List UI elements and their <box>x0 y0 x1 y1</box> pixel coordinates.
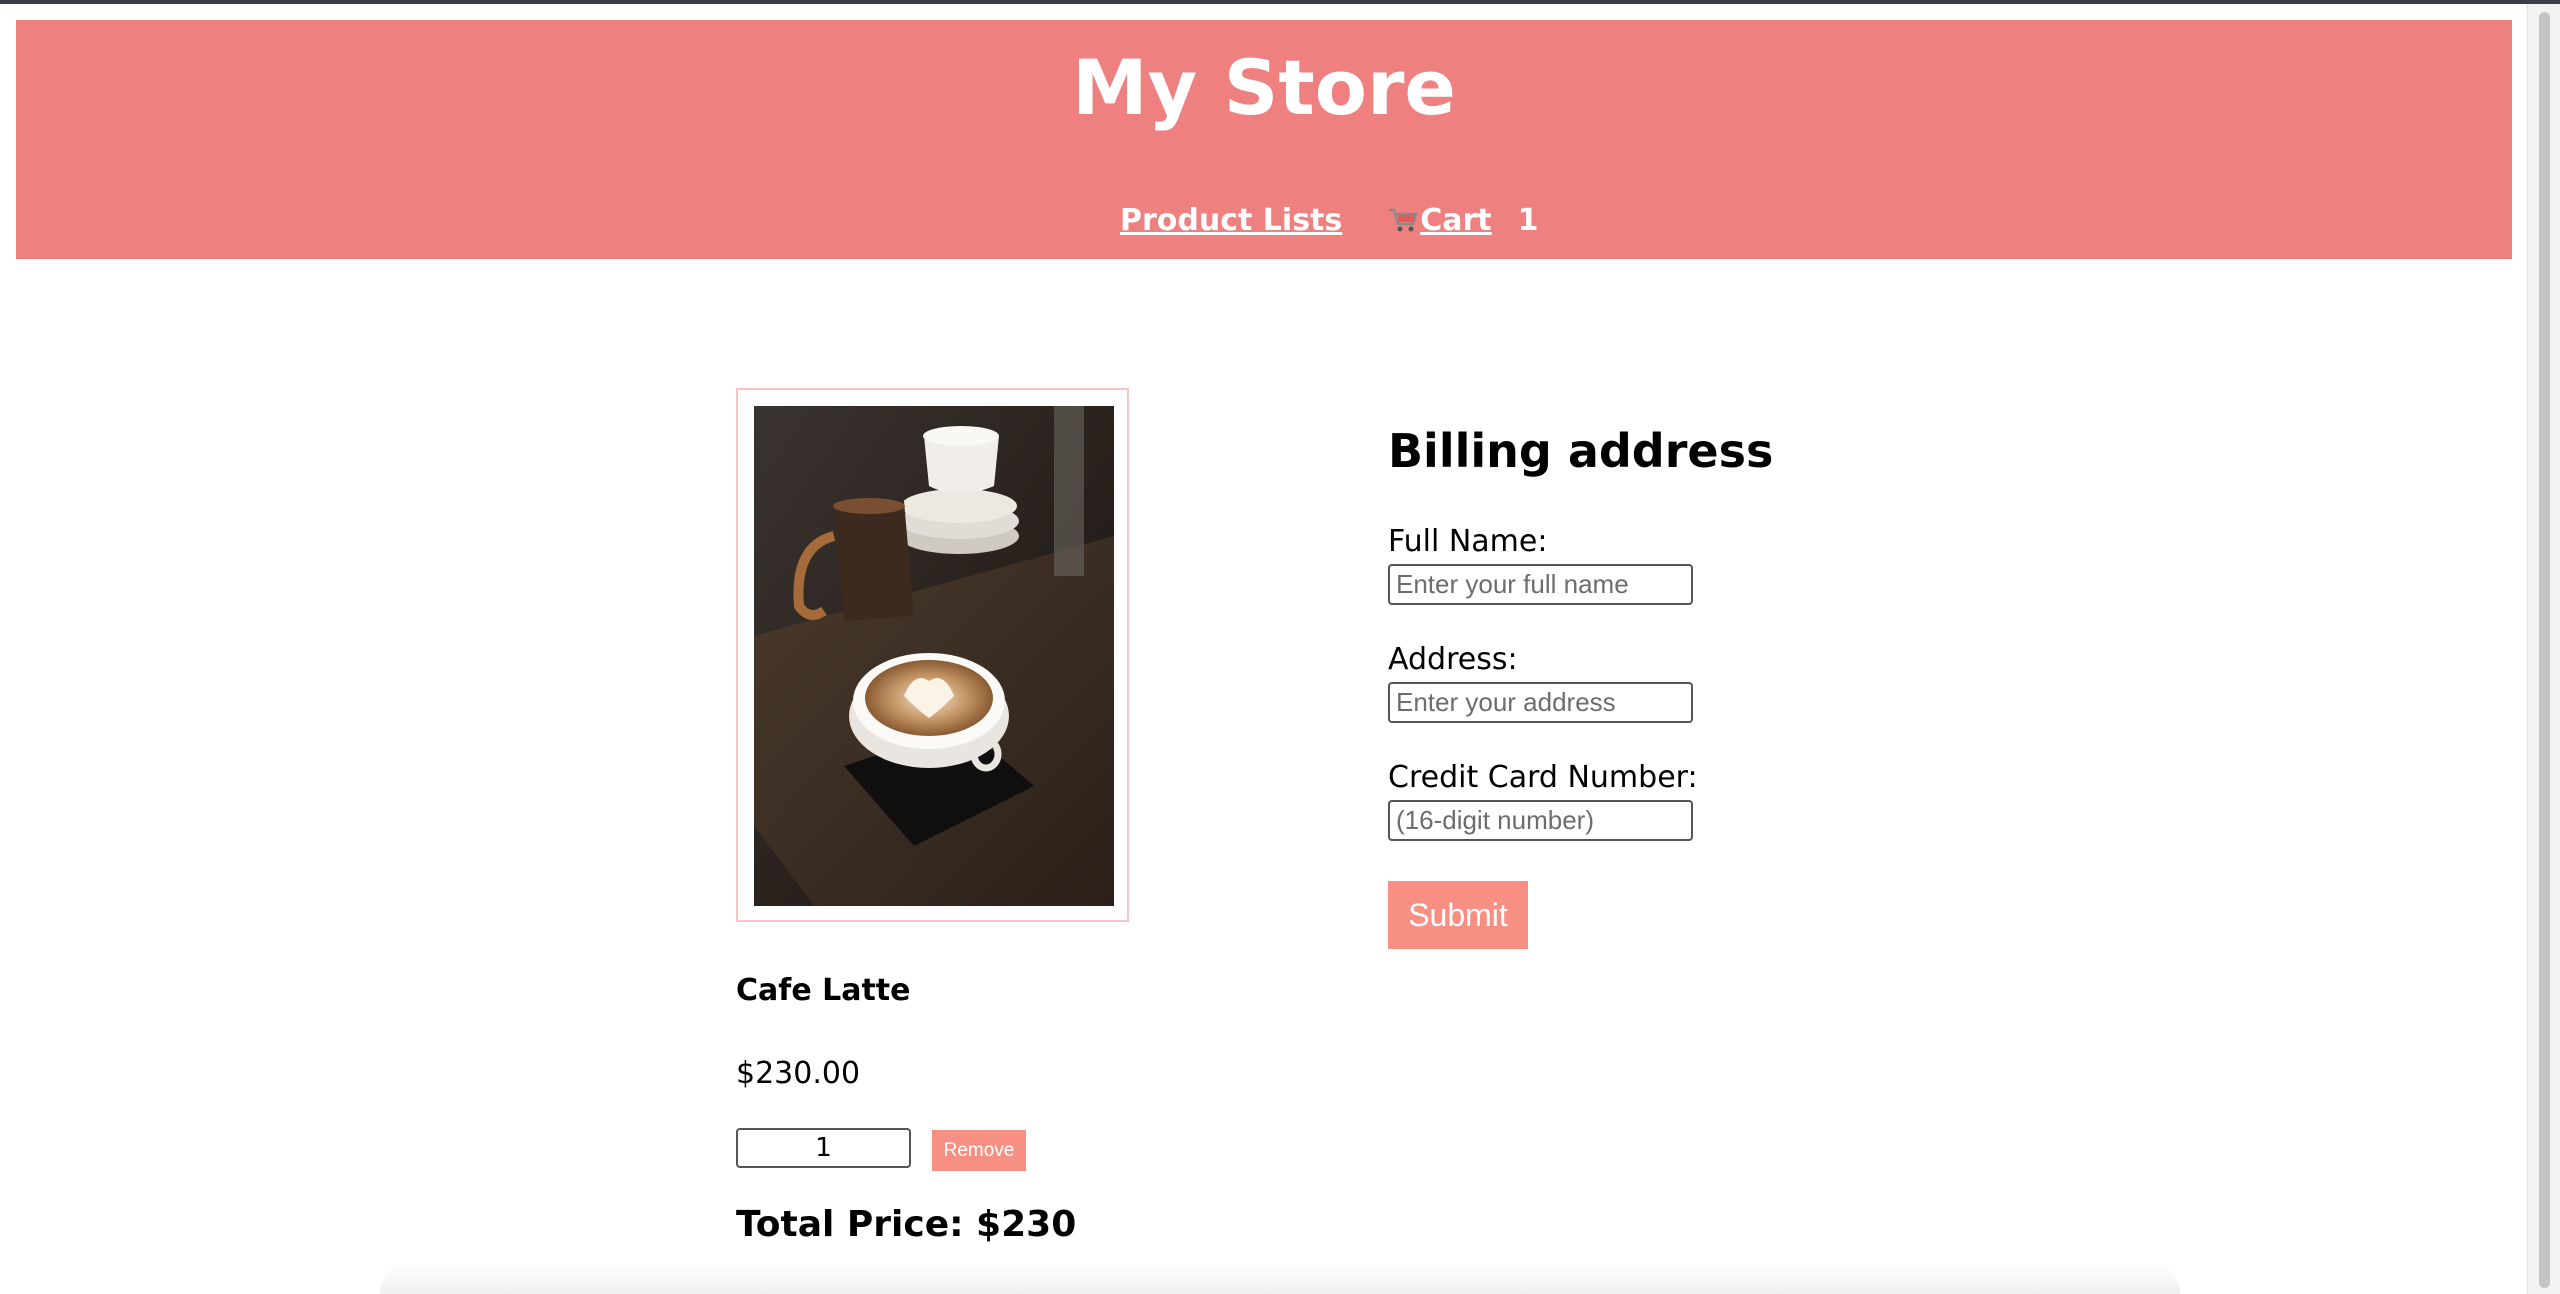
vertical-scrollbar[interactable] <box>2527 4 2560 1294</box>
credit-card-label: Credit Card Number: <box>1388 760 1698 795</box>
cafe-latte-photo <box>754 406 1114 906</box>
quantity-input[interactable] <box>736 1128 911 1168</box>
nav-product-lists-link[interactable]: Product Lists <box>1120 203 1342 238</box>
site-title: My Store <box>1072 43 1456 132</box>
address-label: Address: <box>1388 642 1518 677</box>
remove-button[interactable]: Remove <box>932 1130 1026 1171</box>
billing-title: Billing address <box>1388 424 1774 478</box>
submit-button[interactable]: Submit <box>1388 881 1528 949</box>
full-name-input[interactable] <box>1388 564 1693 605</box>
cart-count-badge: 1 <box>1517 202 1539 238</box>
product-price: $230.00 <box>736 1056 861 1091</box>
site-header: My Store Product Lists Cart 1 <box>16 20 2512 259</box>
credit-card-input[interactable] <box>1388 800 1693 841</box>
main-nav: Product Lists Cart 1 <box>1120 200 1539 240</box>
cart-icon[interactable] <box>1388 207 1418 233</box>
nav-cart-link[interactable]: Cart <box>1420 203 1491 238</box>
product-name: Cafe Latte <box>736 973 911 1008</box>
total-price: Total Price: $230 <box>736 1204 1077 1245</box>
window-top-border <box>0 0 2560 4</box>
product-image-frame <box>736 388 1129 922</box>
scrollbar-thumb[interactable] <box>2539 12 2550 1288</box>
address-input[interactable] <box>1388 682 1693 723</box>
full-name-label: Full Name: <box>1388 524 1548 559</box>
bottom-shadow <box>380 1262 2180 1294</box>
